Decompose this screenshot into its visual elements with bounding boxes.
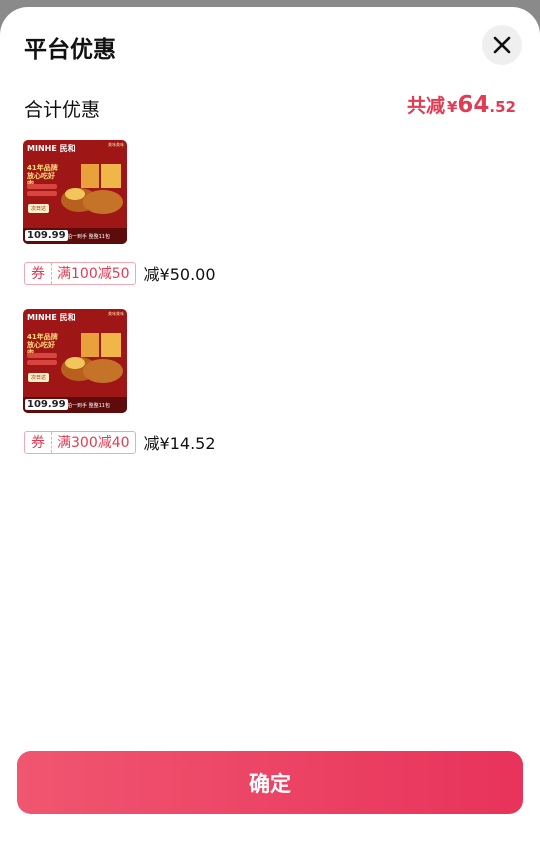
- close-icon: [493, 36, 511, 54]
- close-button[interactable]: [482, 25, 522, 65]
- product-chip: [27, 360, 57, 365]
- product-brand-tag: 美味美味: [108, 311, 124, 316]
- coupon-badge: 券 满300减40: [24, 430, 136, 454]
- discount-amount: 减¥50.00: [143, 265, 216, 284]
- product-image: MINHE 民和 美味美味 41年品牌 放心吃好肉 次日达 109.99 拍一到…: [23, 309, 127, 413]
- product-chip: [27, 184, 57, 189]
- coupon-badge: 券 满100减50: [24, 261, 136, 285]
- product-image: MINHE 民和 美味美味 41年品牌 放心吃好肉 次日达 109.99 拍一到…: [23, 140, 127, 244]
- total-decimal: .52: [489, 98, 516, 116]
- coupon-tag: 券: [25, 262, 52, 284]
- confirm-button[interactable]: 确定: [17, 751, 523, 814]
- product-brand: MINHE 民和: [27, 144, 76, 153]
- discount-amount: 减¥14.52: [143, 434, 216, 453]
- coupon-condition: 满300减40: [57, 435, 130, 451]
- summary-label: 合计优惠: [24, 99, 101, 121]
- product-chip: [27, 353, 57, 358]
- product-slogan: 拍一到手 整整11包: [67, 403, 110, 409]
- total-prefix: 共减: [406, 95, 445, 117]
- product-slogan: 拍一到手 整整11包: [67, 234, 110, 240]
- food-illustration: [61, 333, 123, 383]
- total-currency: ¥: [446, 98, 458, 116]
- discount-sheet: 平台优惠 合计优惠 共减 ¥ 64 .52 MINHE 民和 美味美味 41年品…: [0, 7, 540, 863]
- product-brand-tag: 美味美味: [108, 142, 124, 147]
- product-price: 109.99: [25, 230, 68, 241]
- coupon-tag: 券: [25, 431, 52, 453]
- sheet-title: 平台优惠: [24, 37, 116, 63]
- coupon-condition: 满100减50: [57, 266, 130, 282]
- product-brand: MINHE 民和: [27, 313, 76, 322]
- total-integer: 64: [457, 92, 490, 118]
- product-next-day: 次日达: [28, 373, 50, 382]
- product-chip: [27, 191, 57, 196]
- coupon-row: 券 满100减50 减¥50.00: [24, 261, 216, 285]
- food-illustration: [61, 164, 123, 214]
- coupon-row: 券 满300减40 减¥14.52: [24, 430, 216, 454]
- product-next-day: 次日达: [28, 204, 50, 213]
- product-price: 109.99: [25, 399, 68, 410]
- summary-total: 共减 ¥ 64 .52: [407, 91, 516, 118]
